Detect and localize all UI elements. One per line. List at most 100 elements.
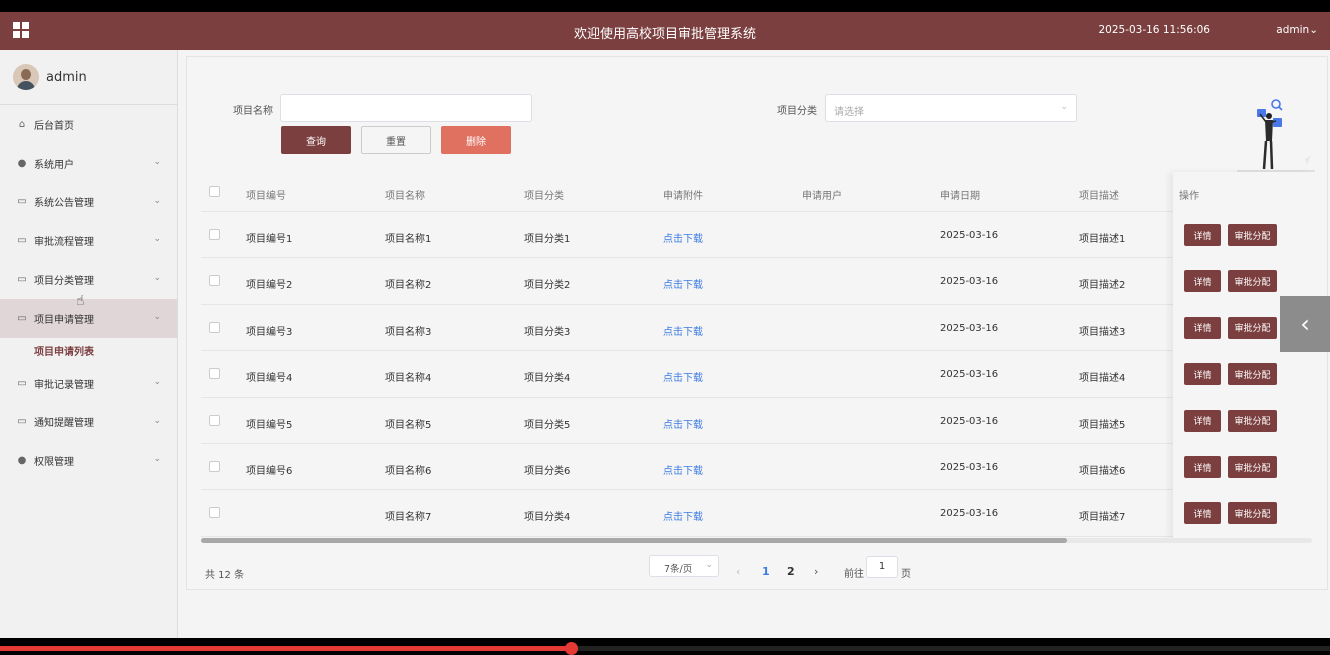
scrollbar-thumb[interactable] [201, 538, 1067, 543]
select-all-checkbox[interactable] [209, 186, 220, 197]
category-select[interactable]: 请选择 ⌄ [825, 94, 1077, 122]
assign-approval-button[interactable]: 审批分配 [1228, 316, 1277, 339]
chevron-down-icon: ⌄ [153, 376, 161, 387]
sidebar-item[interactable]: ▭ 项目申请管理 ⌄ [0, 298, 177, 338]
assign-approval-button[interactable]: 审批分配 [1228, 363, 1277, 386]
row-checkbox[interactable] [209, 507, 220, 519]
detail-button[interactable]: 详情 [1184, 224, 1221, 246]
row-checkbox[interactable] [209, 414, 220, 426]
table-cell: 项目描述2 [1079, 280, 1126, 292]
chevron-down-icon: ⌄ [153, 454, 161, 465]
sidebar-item-label: 审批流程管理 [34, 237, 94, 249]
table-cell: 项目分类1 [524, 234, 571, 245]
download-link[interactable]: 点击下载 [663, 462, 703, 477]
detail-button[interactable]: 详情 [1184, 316, 1221, 339]
user-icon: ● [17, 455, 27, 467]
home-icon: ⌂ [18, 118, 26, 130]
project-name-input[interactable] [280, 94, 532, 122]
sidebar-item-label: 权限管理 [34, 457, 74, 469]
chevron-down-icon: ⌄ [153, 415, 161, 426]
column-header: 操作 [1179, 191, 1199, 202]
row-checkbox[interactable] [209, 461, 220, 472]
detail-button[interactable]: 详情 [1184, 363, 1221, 386]
reset-button[interactable]: 重置 [361, 126, 431, 154]
user-menu[interactable]: admin⌄ [1276, 24, 1318, 36]
row-checkbox[interactable] [209, 275, 220, 287]
table-cell: 项目名称1 [385, 234, 432, 245]
table-cell: 项目分类4 [524, 373, 571, 385]
table-cell: 项目编号2 [246, 280, 293, 292]
collapse-panel-button[interactable]: ‹ [1280, 296, 1330, 352]
page-2-button[interactable]: 2 [787, 565, 795, 578]
table-cell: 2025-03-16 [940, 276, 999, 288]
table-row: 项目名称7 项目分类4 点击下载 2025-03-16 项目描述7 [201, 490, 1312, 537]
sidebar-item[interactable]: ⌂ 后台首页 [0, 105, 177, 144]
table-cell: 项目分类5 [524, 419, 571, 431]
video-progress-handle[interactable] [564, 642, 578, 655]
detail-button[interactable]: 详情 [1184, 270, 1221, 293]
table-cell: 项目描述3 [1079, 326, 1126, 338]
goto-page-input[interactable]: 1 [866, 556, 898, 578]
table-cell: 项目描述6 [1079, 466, 1126, 477]
row-checkbox[interactable] [209, 368, 220, 380]
assign-approval-button[interactable]: 审批分配 [1228, 456, 1277, 478]
table-cell: 项目编号6 [246, 466, 293, 477]
sidebar-item[interactable]: ● 系统用户 ⌄ [0, 144, 177, 183]
assign-approval-button[interactable]: 审批分配 [1228, 502, 1277, 525]
horizontal-scrollbar[interactable] [201, 538, 1312, 543]
row-checkbox[interactable] [209, 229, 220, 240]
download-link[interactable]: 点击下载 [663, 416, 703, 431]
table-row: 项目编号1 项目名称1 项目分类1 点击下载 2025-03-16 项目描述1 [201, 212, 1312, 259]
detail-button[interactable]: 详情 [1184, 502, 1221, 525]
download-link[interactable]: 点击下载 [663, 276, 703, 291]
video-progress-bar[interactable] [0, 642, 1330, 655]
table-cell: 2025-03-16 [940, 369, 999, 381]
chevron-down-icon: ⌄ [153, 156, 161, 167]
table-cell: 项目分类4 [524, 512, 571, 524]
sidebar-subitem[interactable]: 项目申请列表 [0, 338, 177, 364]
goto-suffix: 页 [901, 569, 911, 580]
sidebar-item[interactable]: ▭ 通知提醒管理 ⌄ [0, 403, 177, 442]
table-cell: 项目描述4 [1079, 373, 1126, 385]
hand-cursor-icon: ☝ [76, 293, 85, 309]
assign-approval-button[interactable]: 审批分配 [1228, 270, 1277, 293]
chevron-left-icon: ‹ [1300, 310, 1310, 338]
assign-approval-button[interactable]: 审批分配 [1228, 409, 1277, 432]
assign-approval-button[interactable]: 审批分配 [1228, 224, 1277, 246]
sidebar-username: admin [46, 69, 87, 85]
chevron-down-icon: ⌄ [153, 234, 161, 245]
next-page-button[interactable]: › [814, 565, 818, 578]
row-checkbox[interactable] [209, 321, 220, 333]
download-link[interactable]: 点击下载 [663, 230, 703, 245]
page-size-select[interactable]: 7条/页 ⌄ [649, 555, 719, 577]
page-size-value: 7条/页 [664, 564, 693, 575]
download-link[interactable]: 点击下载 [663, 323, 703, 338]
table-cell: 2025-03-16 [940, 508, 999, 520]
table-cell: 项目分类2 [524, 280, 571, 292]
video-progress-fill [0, 646, 572, 651]
page-1-button[interactable]: 1 [762, 565, 770, 578]
sidebar-item[interactable]: ● 权限管理 ⌄ [0, 441, 177, 480]
download-link[interactable]: 点击下载 [663, 369, 703, 384]
table-cell: 项目编号3 [246, 326, 293, 338]
clock: 2025-03-16 11:56:06 [1098, 24, 1210, 36]
sidebar-item[interactable]: ▭ 系统公告管理 ⌄ [0, 183, 177, 222]
category-select-placeholder: 请选择 [834, 107, 864, 118]
detail-button[interactable]: 详情 [1184, 456, 1221, 478]
column-header: 项目名称 [385, 191, 425, 202]
prev-page-button[interactable]: ‹ [736, 565, 740, 578]
delete-button[interactable]: 删除 [441, 126, 511, 154]
search-name-label: 项目名称 [233, 106, 273, 117]
sidebar-item[interactable]: ▭ 审批流程管理 ⌄ [0, 221, 177, 260]
query-button[interactable]: 查询 [281, 126, 351, 154]
sidebar-item[interactable]: ▭ 审批记录管理 ⌄ [0, 364, 177, 403]
download-link[interactable]: 点击下载 [663, 508, 703, 523]
column-header: 项目编号 [246, 191, 286, 202]
table-cell: 项目名称3 [385, 326, 432, 338]
detail-button[interactable]: 详情 [1184, 409, 1221, 432]
table-cell: 项目名称7 [385, 512, 432, 524]
avatar [13, 64, 39, 90]
sidebar-profile: admin [0, 50, 177, 105]
sidebar-item[interactable]: ▭ 项目分类管理 ⌄ [0, 260, 177, 299]
column-header: 项目描述 [1079, 191, 1119, 202]
